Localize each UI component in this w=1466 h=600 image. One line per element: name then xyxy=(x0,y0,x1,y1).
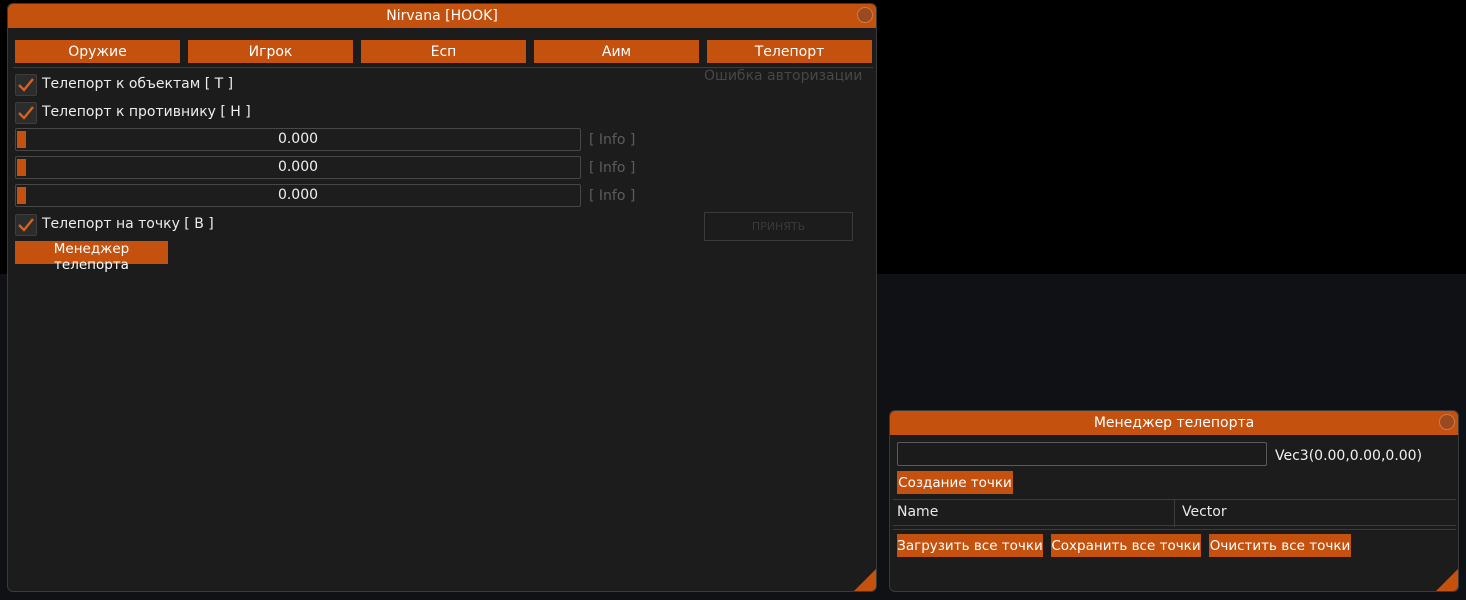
teleport-objects-checkbox[interactable] xyxy=(15,74,37,96)
teleport-enemy-label: Телепорт к противнику [ H ] xyxy=(42,104,251,120)
table-header-border xyxy=(893,525,1456,526)
auth-error-text: Ошибка авторизации xyxy=(704,68,863,84)
slider-value: 0.000 xyxy=(277,159,319,175)
teleport-manager-titlebar[interactable]: Менеджер телепорта xyxy=(890,411,1458,435)
accept-button[interactable]: ПРИНЯТЬ xyxy=(704,212,853,241)
resize-grip-icon[interactable] xyxy=(1436,569,1458,591)
teleport-manager-title: Менеджер телепорта xyxy=(1093,415,1255,431)
teleport-manager-button[interactable]: Менеджер телепорта xyxy=(15,241,168,273)
slider-info-1: [ Info ] xyxy=(589,132,636,148)
tab-weapons[interactable]: Оружие xyxy=(15,40,180,63)
clear-all-points-button[interactable]: Очистить все точки xyxy=(1209,534,1351,557)
column-divider xyxy=(1174,499,1175,527)
teleport-manager-window: Менеджер телепорта Vec3(0.00,0.00,0.00) … xyxy=(889,410,1459,592)
load-all-points-button[interactable]: Загрузить все точки xyxy=(897,534,1043,557)
tab-esp[interactable]: Есп xyxy=(361,40,526,63)
slider-1[interactable]: 0.000 xyxy=(15,128,581,151)
main-window-titlebar[interactable]: Nirvana [HOOK] xyxy=(8,4,876,28)
resize-grip-icon[interactable] xyxy=(854,569,876,591)
slider-3[interactable]: 0.000 xyxy=(15,184,581,207)
tab-player[interactable]: Игрок xyxy=(188,40,353,63)
slider-value: 0.000 xyxy=(277,187,319,203)
slider-2[interactable]: 0.000 xyxy=(15,156,581,179)
slider-info-3: [ Info ] xyxy=(589,188,636,204)
teleport-objects-label: Телепорт к объектам [ T ] xyxy=(42,76,234,92)
checkmark-icon xyxy=(18,78,34,92)
main-window-title: Nirvana [HOOK] xyxy=(386,8,498,24)
point-name-input[interactable] xyxy=(897,442,1267,466)
column-header-vector: Vector xyxy=(1182,504,1227,520)
tab-teleport[interactable]: Телепорт xyxy=(707,40,872,63)
slider-info-2: [ Info ] xyxy=(589,160,636,176)
table-bottom-border xyxy=(893,529,1456,530)
checkmark-icon xyxy=(18,218,34,232)
save-all-points-button[interactable]: Сохранить все точки xyxy=(1051,534,1201,557)
vec3-label: Vec3(0.00,0.00,0.00) xyxy=(1275,448,1423,464)
create-point-button[interactable]: Создание точки xyxy=(897,471,1013,494)
column-header-name: Name xyxy=(897,504,939,520)
tab-aim[interactable]: Аим xyxy=(534,40,699,63)
close-icon[interactable] xyxy=(857,7,873,23)
teleport-enemy-checkbox[interactable] xyxy=(15,102,37,124)
checkmark-icon xyxy=(18,106,34,120)
main-window: Nirvana [HOOK] Оружие Игрок Есп Аим Теле… xyxy=(7,3,877,592)
teleport-point-checkbox[interactable] xyxy=(15,214,37,236)
slider-value: 0.000 xyxy=(277,131,319,147)
teleport-point-label: Телепорт на точку [ B ] xyxy=(42,216,214,232)
close-icon[interactable] xyxy=(1439,414,1455,430)
